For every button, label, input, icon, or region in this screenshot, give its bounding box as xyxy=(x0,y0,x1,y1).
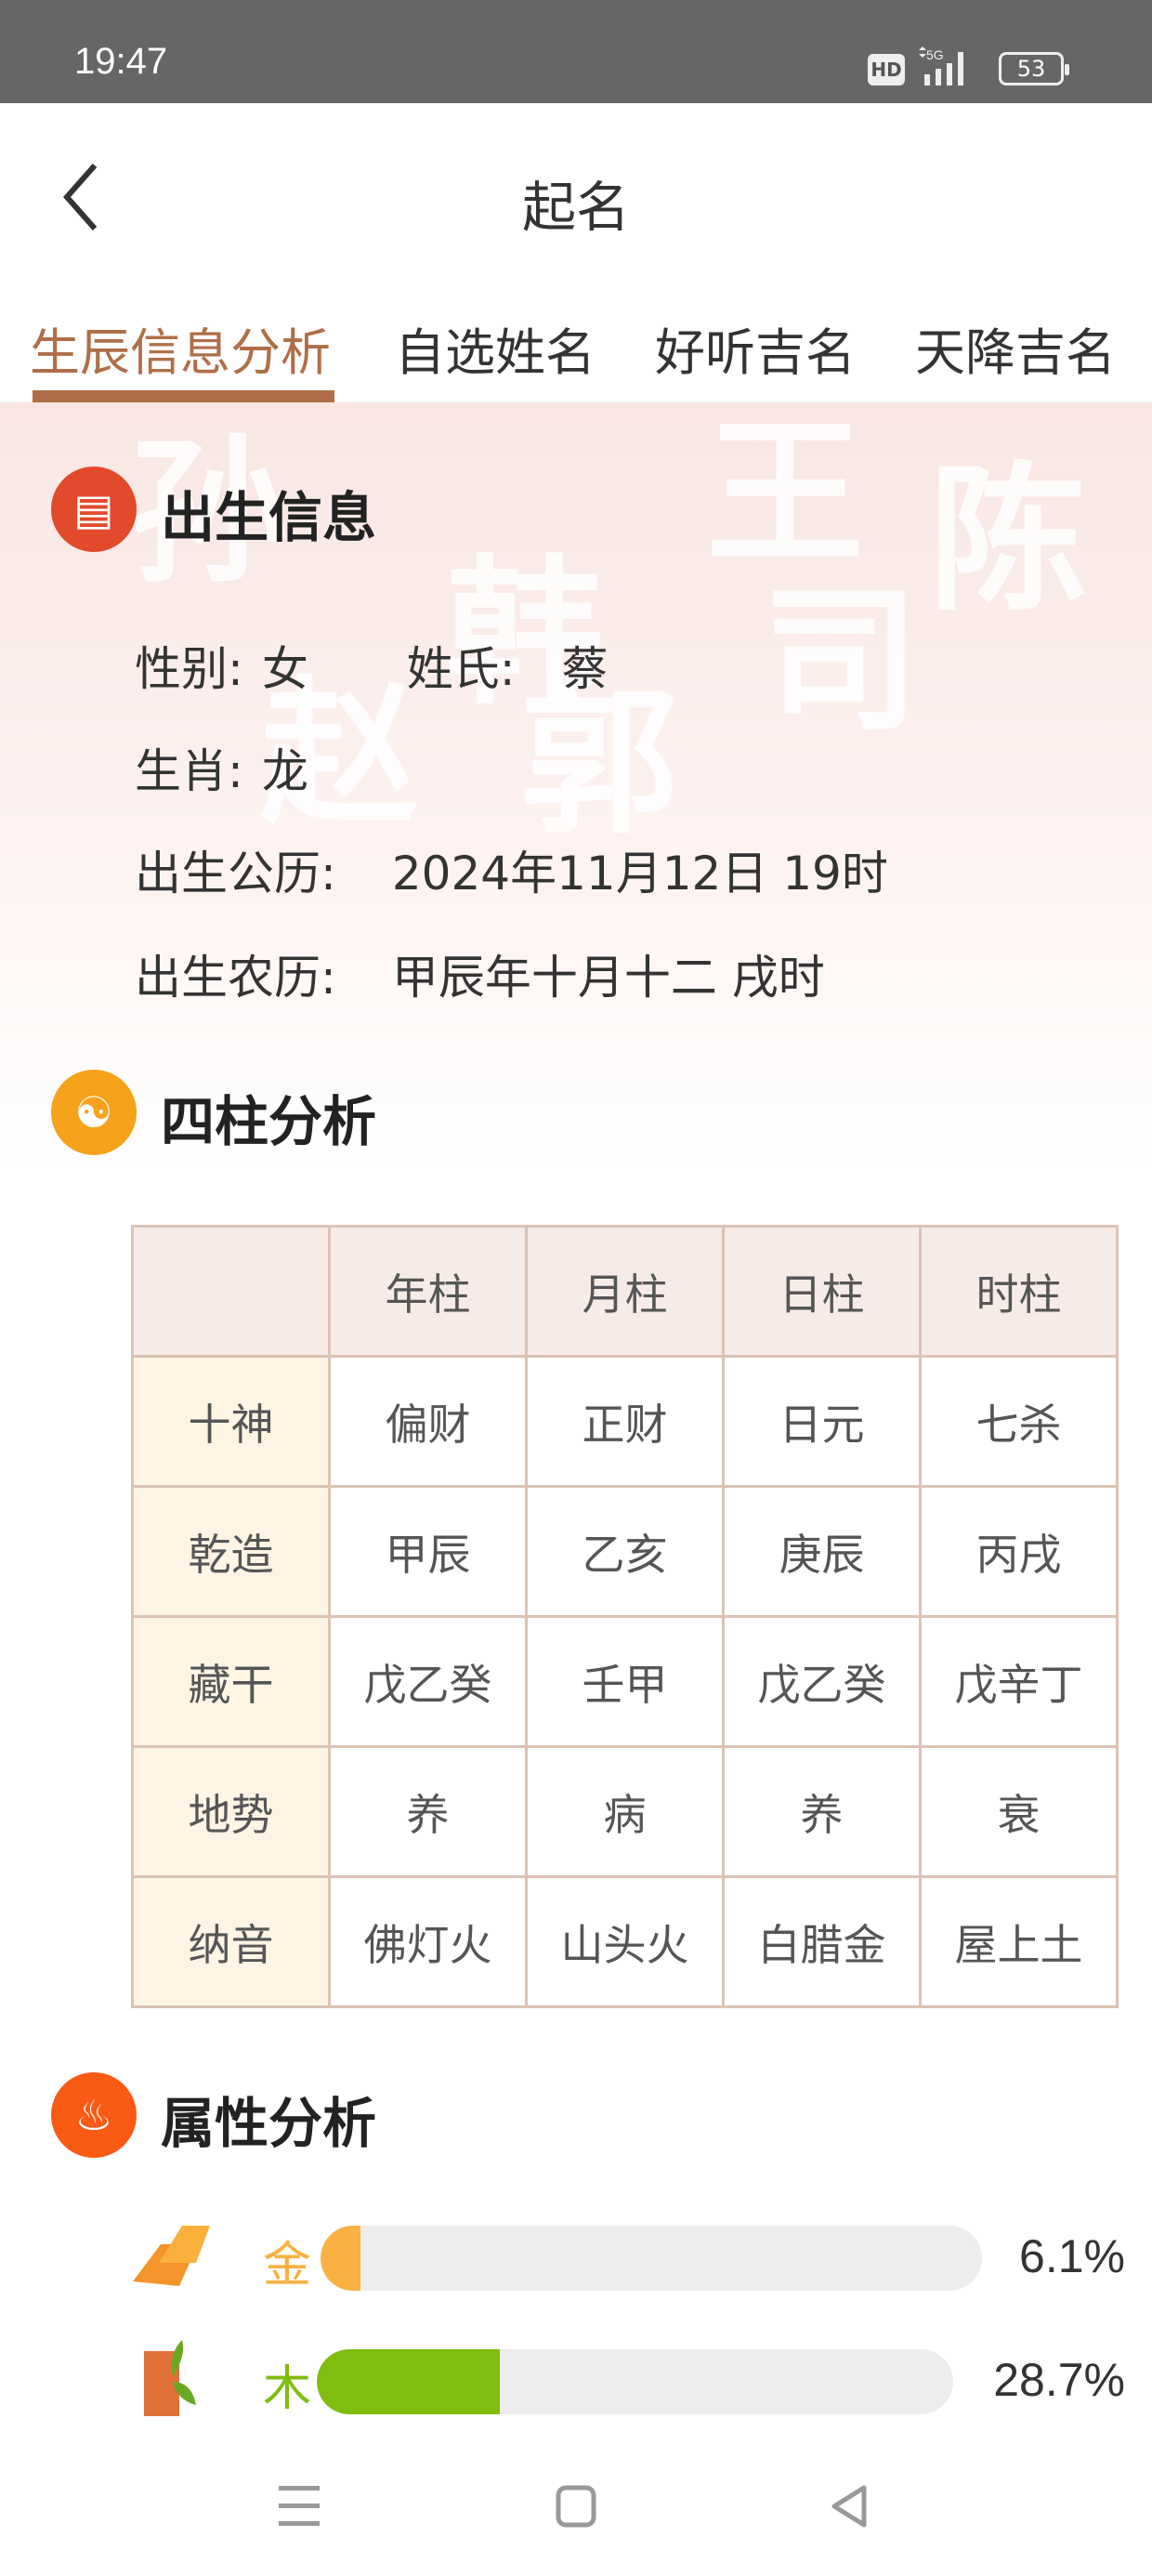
battery-icon: 53 xyxy=(999,52,1069,85)
zodiac-row: 生肖: 龙 xyxy=(135,734,308,801)
solar-label: 出生公历: xyxy=(135,847,336,900)
table-row: 藏干 戊乙癸 壬甲 戊乙癸 戊辛丁 xyxy=(131,1615,1119,1748)
tab-nice-name[interactable]: 好听吉名 xyxy=(655,311,856,385)
svg-text:5G: 5G xyxy=(926,47,944,62)
tab-birth-analysis[interactable]: 生辰信息分析 xyxy=(30,311,331,385)
gender-label: 性别: xyxy=(135,642,243,696)
table-cell: 屋上土 xyxy=(919,1875,1119,2008)
flame-icon: ♨ xyxy=(51,2072,137,2158)
table-row: 地势养病养衰 xyxy=(131,1745,1119,1878)
table-cell: 偏财 xyxy=(328,1355,528,1488)
table-cell: 甲辰 xyxy=(328,1485,528,1618)
table-cell: 乙亥 xyxy=(525,1485,725,1618)
table-cell: 壬甲 xyxy=(525,1615,725,1748)
row-header: 藏干 xyxy=(131,1615,331,1748)
tab-custom-name[interactable]: 自选姓名 xyxy=(395,311,596,385)
home-icon[interactable] xyxy=(556,2485,596,2531)
lunar-date-row: 出生农历: 甲辰年十月十二 戌时 xyxy=(135,940,825,1007)
table-cell: 庚辰 xyxy=(722,1485,922,1618)
element-percent: 28.7% xyxy=(993,2354,1125,2406)
lunar-label: 出生农历: xyxy=(135,951,336,1005)
menu-icon[interactable] xyxy=(279,2486,320,2530)
tab-heaven-name[interactable]: 天降吉名 xyxy=(915,311,1116,385)
element-label: 金 xyxy=(263,2238,312,2293)
element-progress-bar xyxy=(317,2349,953,2414)
table-cell: 日元 xyxy=(722,1355,922,1488)
table-cell: 养 xyxy=(328,1745,528,1878)
table-cell: 戊辛丁 xyxy=(919,1615,1119,1748)
table-cell: 正财 xyxy=(525,1355,725,1488)
birth-info-title: 出生信息 xyxy=(161,486,377,549)
surname-value: 蔡 xyxy=(561,642,609,696)
element-progress-bar xyxy=(321,2226,982,2291)
table-row: 纳音 佛灯火 山头火 白腊金 屋上土 xyxy=(131,1875,1119,2008)
scroll-icon: ▤ xyxy=(51,467,137,552)
yin-yang-icon: ☯ xyxy=(51,1070,137,1155)
header-cell: 月柱 xyxy=(525,1225,725,1358)
table-cell: 七杀 xyxy=(919,1355,1119,1488)
header-cell: 时柱 xyxy=(919,1225,1119,1358)
surname-label: 姓氏: xyxy=(406,642,516,696)
table-cell: 养 xyxy=(722,1745,922,1878)
table-header-row: 年柱 月柱 日柱 时柱 xyxy=(131,1225,1119,1358)
row-header: 地势 xyxy=(131,1745,331,1878)
element-label: 木 xyxy=(263,2361,312,2417)
element-row-metal: 金 6.1% xyxy=(131,2216,1125,2300)
solar-date-row: 出生公历: 2024年11月12日 19时 xyxy=(135,836,888,903)
table-cell: 衰 xyxy=(919,1745,1119,1878)
pillars-title: 四柱分析 xyxy=(161,1090,377,1153)
table-row: 十神 偏财 正财 日元 七杀 xyxy=(131,1355,1119,1488)
tab-bar: 生辰信息分析 自选姓名 好听吉名 天降吉名 xyxy=(0,311,1152,404)
element-row-wood: 木 28.7% xyxy=(131,2340,1125,2424)
status-bar: 19:47 HD 5G 53 xyxy=(0,0,1152,103)
back-triangle-icon[interactable] xyxy=(829,2485,870,2531)
element-percent: 6.1% xyxy=(1019,2230,1125,2282)
pillars-table: 年柱 月柱 日柱 时柱 十神 偏财 正财 日元 七杀 乾造 甲辰 乙亥 庚辰 丙戌 藏干 戊乙癸壬… xyxy=(131,1225,1119,2008)
element-progress-fill xyxy=(317,2349,500,2414)
table-cell: 山头火 xyxy=(525,1875,725,2008)
hd-icon: HD xyxy=(868,54,905,85)
header-cell: 日柱 xyxy=(722,1225,922,1358)
wood-log-icon xyxy=(144,2340,196,2416)
row-header: 十神 xyxy=(131,1355,331,1488)
active-tab-indicator xyxy=(33,390,334,403)
header-cell: 年柱 xyxy=(328,1225,528,1358)
zodiac-value: 龙 xyxy=(261,744,308,798)
gold-bar-icon xyxy=(133,2226,210,2286)
gender-surname-row: 性别: 女 姓氏: 蔡 xyxy=(135,632,609,699)
table-cell: 丙戌 xyxy=(919,1485,1119,1618)
table-cell: 戊乙癸 xyxy=(722,1615,922,1748)
zodiac-label: 生肖: xyxy=(135,744,243,798)
element-progress-fill xyxy=(321,2226,361,2291)
table-row: 乾造 甲辰 乙亥 庚辰 丙戌 xyxy=(131,1485,1119,1618)
table-cell: 戊乙癸 xyxy=(328,1615,528,1748)
table-cell: 白腊金 xyxy=(722,1875,922,2008)
row-header: 纳音 xyxy=(131,1875,331,2008)
page-title: 起名 xyxy=(521,176,630,239)
lunar-value: 甲辰年十月十二 戌时 xyxy=(391,951,825,1005)
system-nav-bar xyxy=(0,2463,1152,2556)
table-cell: 病 xyxy=(525,1745,725,1878)
solar-value: 2024年11月12日 19时 xyxy=(391,847,888,900)
attributes-title: 属性分析 xyxy=(161,2092,377,2155)
table-cell: 佛灯火 xyxy=(328,1875,528,2008)
signal-5g-icon: 5G xyxy=(919,46,963,85)
row-header: 乾造 xyxy=(131,1485,331,1618)
header-cell xyxy=(131,1225,331,1358)
gender-value: 女 xyxy=(261,642,308,696)
status-time: 19:47 xyxy=(74,41,168,82)
